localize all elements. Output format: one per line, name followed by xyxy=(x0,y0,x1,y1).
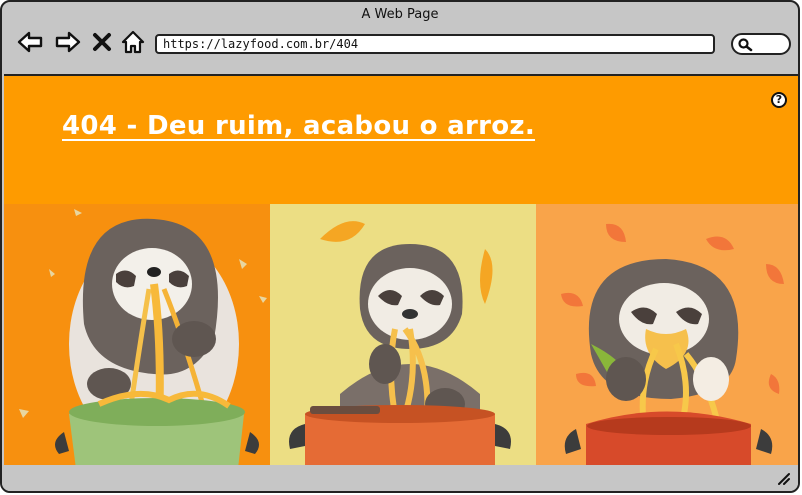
sloth-image-3 xyxy=(536,204,798,469)
resize-handle-icon[interactable] xyxy=(776,471,790,485)
back-arrow-icon[interactable] xyxy=(16,28,44,56)
browser-toolbar: https://lazyfood.com.br/404 xyxy=(2,24,798,72)
status-bar xyxy=(2,465,798,491)
search-input[interactable] xyxy=(731,33,791,55)
page-viewport: 404 - Deu ruim, acabou o arroz. ? xyxy=(4,74,798,471)
image-gallery xyxy=(4,204,798,469)
search-icon xyxy=(738,38,753,52)
sloth-image-2 xyxy=(270,204,536,469)
page-title: 404 - Deu ruim, acabou o arroz. xyxy=(62,111,536,141)
home-icon[interactable] xyxy=(119,28,147,56)
forward-arrow-icon[interactable] xyxy=(54,28,82,56)
browser-window: A Web Page https://lazyfood.com.br/404 4… xyxy=(0,0,800,493)
close-icon[interactable] xyxy=(90,28,114,56)
url-input[interactable]: https://lazyfood.com.br/404 xyxy=(155,34,715,54)
help-icon[interactable]: ? xyxy=(771,92,787,108)
window-title: A Web Page xyxy=(361,7,439,22)
sloth-image-1 xyxy=(4,204,270,469)
